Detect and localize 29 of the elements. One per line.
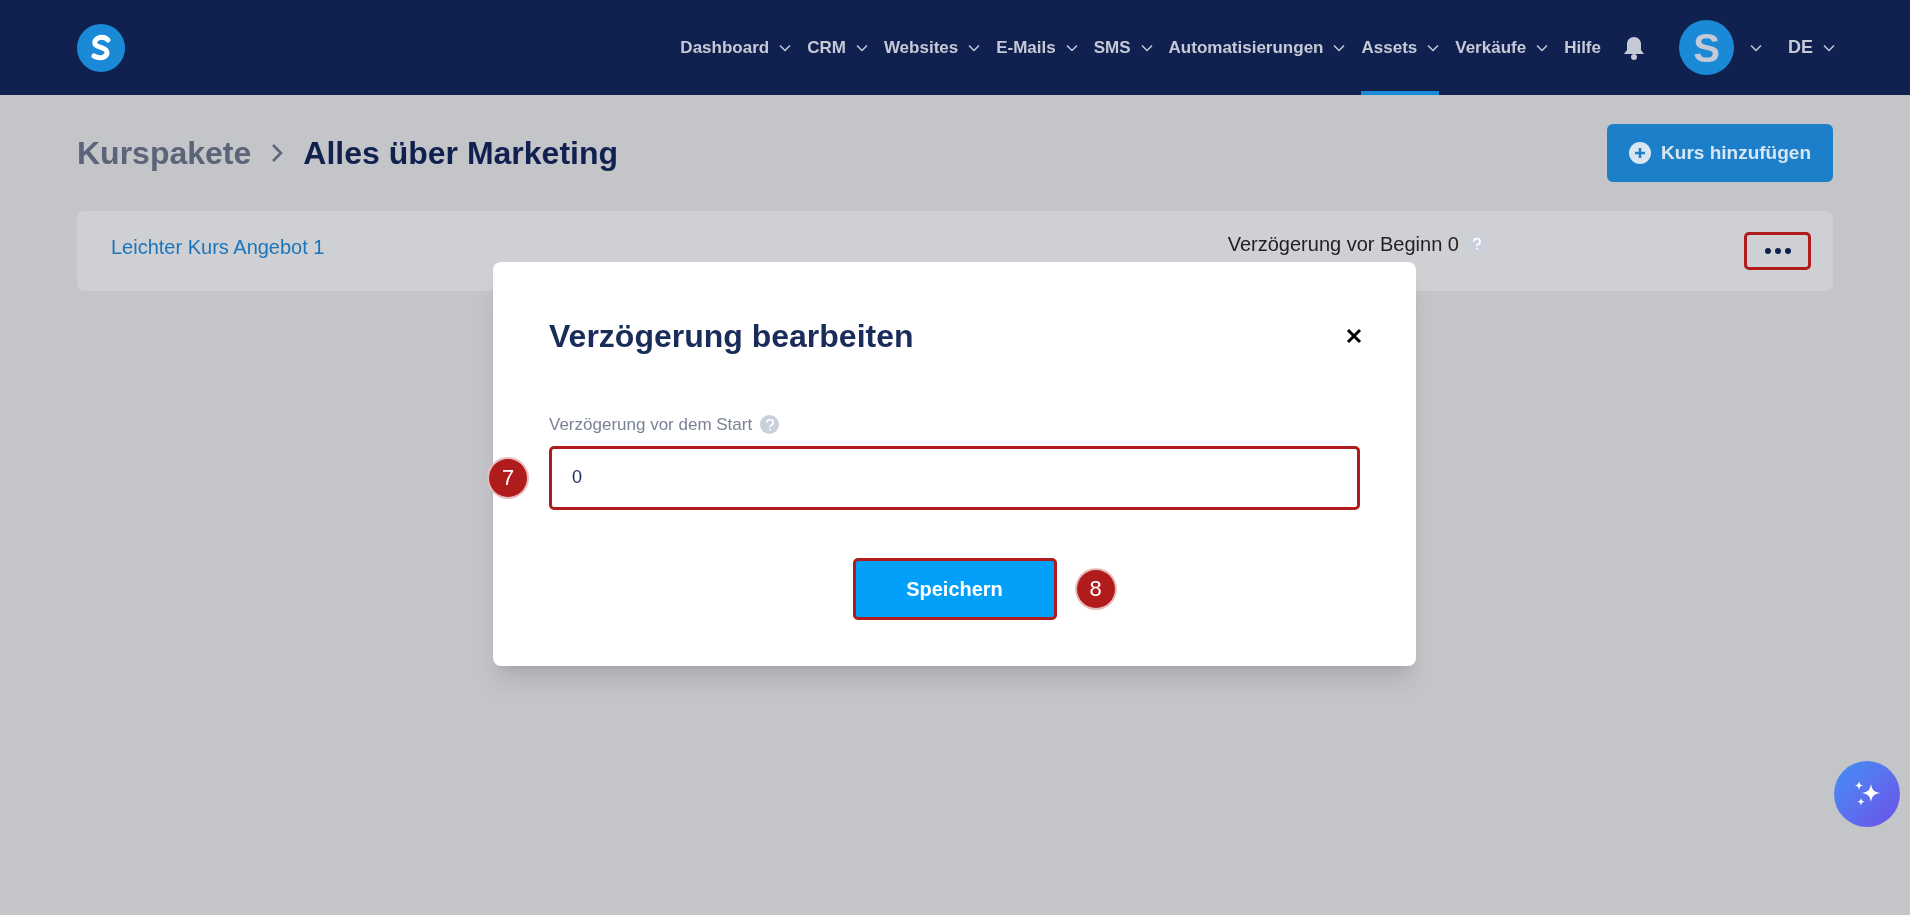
nav-menu-item[interactable]: Assets [1361, 0, 1440, 95]
nav-menu-item[interactable]: CRM [807, 0, 868, 95]
help-icon [1467, 234, 1486, 254]
dialog-title: Verzögerung bearbeiten [549, 317, 914, 356]
nav-menu-item[interactable]: Dashboard [680, 0, 792, 95]
chevron-right-icon [271, 143, 284, 163]
step-marker: 7 [487, 456, 529, 499]
more-icon [1764, 248, 1791, 254]
logo-icon [77, 23, 125, 72]
close-icon [1346, 328, 1362, 344]
step-marker: 8 [1074, 567, 1117, 610]
nav-menu-item[interactable]: E-Mails [996, 0, 1078, 95]
more-options-button[interactable] [1744, 232, 1811, 270]
help-icon [760, 415, 780, 435]
close-button[interactable] [1346, 328, 1362, 344]
nav-menu-item[interactable]: Hilfe [1564, 0, 1601, 95]
chevron-icon [1750, 43, 1762, 52]
plus-circle-icon [1629, 142, 1652, 164]
nav-menu-item[interactable]: Websites [883, 0, 981, 95]
delay-input[interactable]: 0 [549, 445, 1360, 510]
notification-bell-icon[interactable] [1623, 35, 1645, 60]
field-label: Verzögerung vor dem Start [549, 414, 753, 436]
page-title: Alles über Marketing [303, 134, 619, 173]
delay-text: Verzögerung vor Beginn 0 [1227, 232, 1459, 257]
chevron-icon [1823, 43, 1835, 52]
nav-menu-item[interactable]: Verkäufe [1455, 0, 1549, 95]
language-selector[interactable]: DE [1788, 34, 1835, 61]
nav-menu-item[interactable]: SMS [1093, 0, 1153, 95]
nav-menu-item[interactable]: Automatisierungen [1168, 0, 1346, 95]
